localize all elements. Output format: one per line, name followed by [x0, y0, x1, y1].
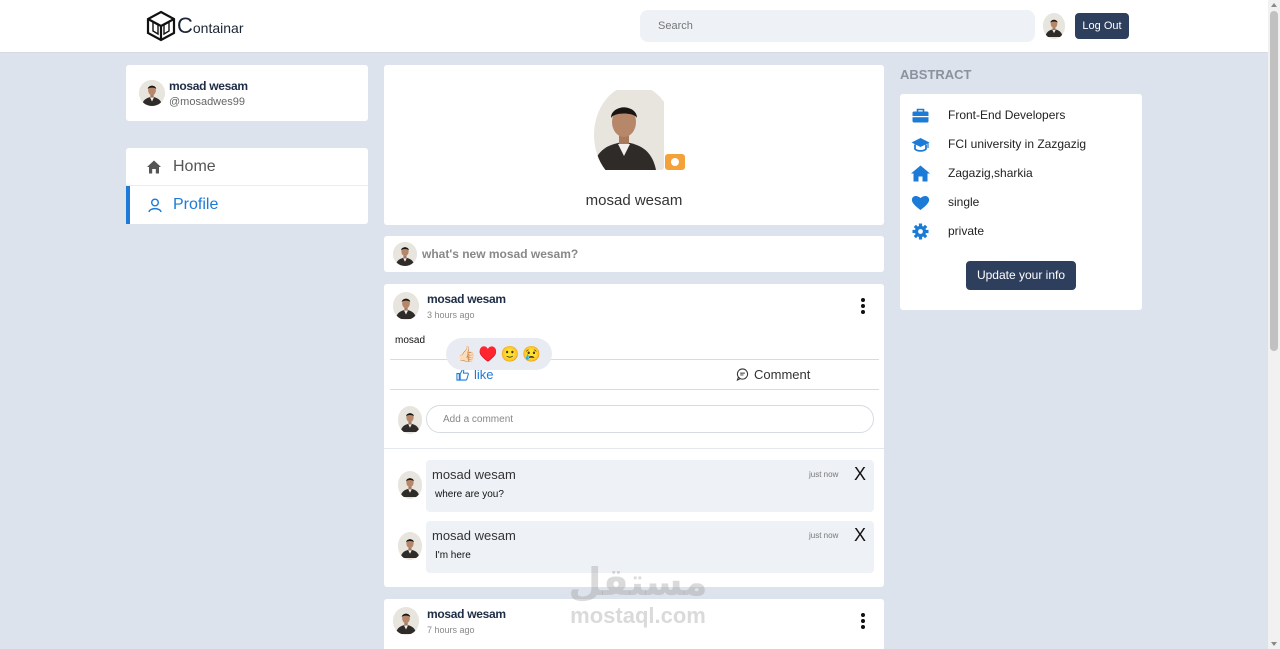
delete-comment-icon[interactable]: X	[854, 526, 866, 544]
post-text: mosad	[395, 335, 426, 346]
abstract-heading: ABSTRACT	[900, 67, 972, 82]
comment-author[interactable]: mosad wesam	[432, 528, 516, 543]
graduation-cap-icon	[911, 138, 930, 152]
chat-bubble-icon	[736, 368, 749, 381]
info-item-education: FCI university in Zazgazig	[900, 133, 1142, 155]
heart-icon[interactable]: ♥️	[479, 345, 498, 363]
avatar[interactable]	[398, 532, 422, 560]
logo[interactable]: Containar	[146, 10, 243, 42]
reaction-picker: 👍🏻 ♥️ 🙂 😢	[446, 338, 552, 370]
scroll-down-arrow[interactable]	[1271, 642, 1277, 646]
info-text: single	[948, 195, 980, 209]
delete-comment-icon[interactable]: X	[854, 465, 866, 483]
divider	[384, 448, 884, 449]
info-item-privacy: private	[900, 220, 1142, 242]
user-icon	[148, 198, 162, 213]
comment-label: Comment	[754, 367, 811, 382]
post-card: mosad wesam 3 hours ago mosad 👍🏻 ♥️ 🙂 😢 …	[384, 284, 884, 587]
gear-icon	[912, 223, 929, 240]
smile-icon[interactable]: 🙂	[501, 345, 520, 363]
profile-photo[interactable]	[594, 85, 674, 185]
user-summary-card[interactable]: mosad wesam @mosadwes99	[126, 65, 368, 121]
logout-button[interactable]: Log Out	[1075, 13, 1129, 39]
search-input[interactable]	[640, 10, 1035, 42]
scroll-up-arrow[interactable]	[1271, 3, 1277, 7]
user-handle: @mosadwes99	[169, 96, 245, 108]
user-name: mosad wesam	[169, 79, 248, 93]
house-icon	[911, 165, 930, 182]
sidebar-item-home[interactable]: Home	[126, 148, 368, 186]
post-card: mosad wesam 7 hours ago	[384, 599, 884, 649]
sidebar-item-profile[interactable]: Profile	[126, 186, 368, 224]
sidebar-item-label: Profile	[173, 196, 219, 213]
post-author[interactable]: mosad wesam	[427, 607, 506, 621]
comment-text: where are you?	[435, 489, 504, 500]
comment-author[interactable]: mosad wesam	[432, 467, 516, 482]
avatar	[398, 406, 422, 434]
briefcase-icon	[912, 108, 929, 123]
comment-text: I'm here	[435, 550, 471, 561]
post-time: 7 hours ago	[427, 625, 475, 635]
info-item-relationship: single	[900, 191, 1142, 213]
info-text: FCI university in Zazgazig	[948, 137, 1087, 151]
info-item-job: Front-End Developers	[900, 104, 1142, 126]
comment-time: just now	[809, 531, 839, 540]
profile-name: mosad wesam	[585, 192, 683, 209]
avatar[interactable]	[393, 607, 419, 635]
avatar[interactable]	[1043, 13, 1065, 39]
abstract-card: Front-End Developers FCI university in Z…	[900, 94, 1142, 310]
info-item-location: Zagazig,sharkia	[900, 162, 1142, 184]
scrollbar-thumb[interactable]	[1270, 11, 1278, 351]
home-icon	[147, 160, 161, 173]
avatar	[139, 80, 165, 106]
comment-time: just now	[809, 470, 839, 479]
logo-text: Containar	[177, 13, 244, 38]
post-author[interactable]: mosad wesam	[427, 292, 506, 306]
composer-placeholder[interactable]: what's new mosad wesam?	[422, 247, 578, 261]
comment-item: mosad wesam where are you? just now X	[426, 460, 874, 512]
info-text: Zagazig,sharkia	[948, 166, 1033, 180]
thumbs-up-icon[interactable]: 👍🏻	[457, 345, 476, 363]
avatar	[393, 242, 417, 266]
more-options-icon[interactable]	[860, 298, 866, 314]
more-options-icon[interactable]	[860, 613, 866, 629]
new-post-composer[interactable]: what's new mosad wesam?	[384, 236, 884, 272]
update-info-button[interactable]: Update your info	[966, 261, 1076, 290]
scrollbar[interactable]	[1268, 0, 1280, 649]
comment-item: mosad wesam I'm here just now X	[426, 521, 874, 573]
avatar[interactable]	[398, 471, 422, 499]
profile-header-card: mosad wesam	[384, 65, 884, 225]
info-text: Front-End Developers	[948, 108, 1066, 122]
comment-input[interactable]	[426, 405, 874, 433]
camera-icon[interactable]	[665, 154, 685, 170]
cube-logo-icon	[146, 10, 176, 42]
avatar[interactable]	[393, 292, 419, 320]
post-time: 3 hours ago	[427, 310, 475, 320]
comment-button[interactable]: Comment	[736, 367, 810, 382]
sad-icon[interactable]: 😢	[522, 345, 541, 363]
info-text: private	[948, 224, 985, 238]
side-nav: Home Profile	[126, 148, 368, 224]
top-navbar: Containar Log Out	[0, 0, 1268, 53]
heart-icon	[911, 195, 930, 210]
sidebar-item-label: Home	[173, 157, 216, 175]
